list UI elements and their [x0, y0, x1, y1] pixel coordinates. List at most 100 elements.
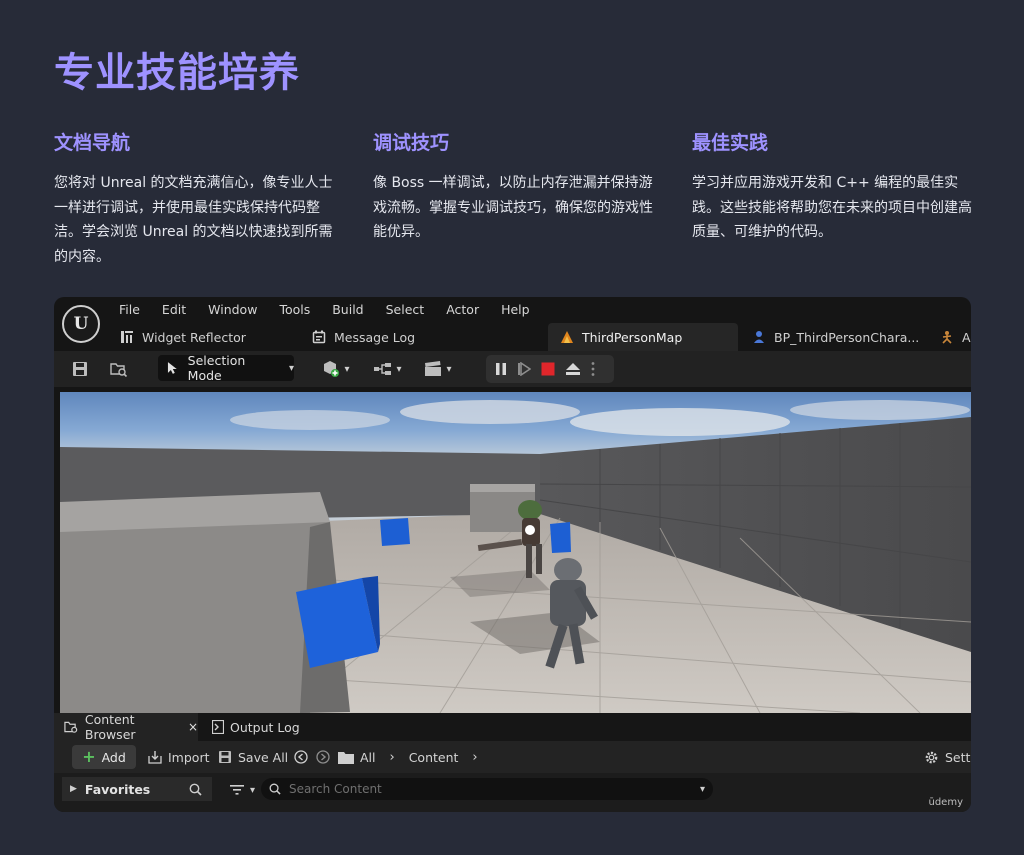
more-options-icon[interactable] — [591, 361, 595, 377]
bottom-panel-tabs: Content Browser × Output Log — [54, 712, 971, 742]
content-browser-body: ▶ Favorites ▾ Search Content ▾ ūdemy — [54, 773, 971, 812]
feature-debugging: 调试技巧 像 Boss 一样调试，以防止内存泄漏并保持游戏流畅。掌握专业调试技巧… — [373, 128, 653, 245]
chevron-right-icon[interactable]: › — [390, 750, 395, 765]
import-label: Import — [168, 749, 210, 765]
document-tabs: Widget Reflector Message Log ThirdPerson… — [108, 323, 971, 351]
favorites-section[interactable]: ▶ Favorites — [62, 777, 212, 801]
search-placeholder: Search Content — [289, 782, 382, 796]
close-icon[interactable]: × — [188, 720, 198, 734]
eject-icon[interactable] — [565, 362, 581, 376]
level-viewport[interactable] — [60, 392, 971, 713]
blueprint-character-icon — [754, 331, 764, 343]
blueprint-menu-button[interactable]: ▾ — [370, 356, 406, 382]
cursor-icon — [167, 362, 177, 374]
udemy-watermark: ūdemy — [928, 797, 964, 808]
page-title: 专业技能培养 — [54, 50, 300, 96]
viewport-scene — [60, 400, 971, 713]
folder-icon — [338, 751, 354, 764]
favorites-label: Favorites — [84, 781, 151, 797]
pause-icon[interactable] — [495, 362, 507, 376]
animation-blueprint-icon — [942, 331, 952, 344]
tab-label: Message Log — [334, 329, 416, 345]
tab-label: ThirdPersonMap — [582, 329, 683, 345]
filter-dropdown[interactable]: ▾ — [230, 778, 255, 802]
tab-output-log[interactable]: Output Log — [202, 713, 322, 741]
save-all-button[interactable]: Save All — [218, 745, 288, 769]
cinematics-button[interactable]: ▾ — [420, 356, 456, 382]
tab-label: ABP_Player — [962, 329, 971, 345]
feature-title: 文档导航 — [54, 132, 131, 154]
add-label: Add — [101, 749, 126, 765]
feature-best-practices: 最佳实践 学习并应用游戏开发和 C++ 编程的最佳实践。这些技能将帮助您在未来的… — [692, 128, 972, 245]
history-navigation — [294, 745, 354, 769]
tab-label: BP_ThirdPersonChara... — [774, 329, 920, 345]
path-breadcrumb: All › Content › — [360, 745, 478, 769]
tab-message-log[interactable]: Message Log — [300, 323, 546, 351]
tab-bp-third-person-character[interactable]: BP_ThirdPersonChara... — [740, 323, 926, 351]
menu-tools[interactable]: Tools — [268, 297, 321, 323]
save-icon — [73, 362, 87, 376]
forward-arrow-icon[interactable] — [316, 750, 330, 764]
tab-widget-reflector[interactable]: Widget Reflector — [108, 323, 298, 351]
feature-title: 最佳实践 — [692, 132, 769, 154]
play-controls — [486, 355, 614, 383]
feature-body: 像 Boss 一样调试，以防止内存泄漏并保持游戏流畅。掌握专业调试技巧，确保您的… — [373, 175, 653, 240]
menu-window[interactable]: Window — [197, 297, 268, 323]
tab-label: Output Log — [230, 719, 300, 735]
add-actor-icon — [324, 361, 340, 377]
plus-icon: + — [82, 747, 96, 766]
menu-edit[interactable]: Edit — [151, 297, 197, 323]
settings-button[interactable]: Setti — [924, 745, 971, 769]
browse-content-button[interactable] — [106, 356, 132, 382]
tab-third-person-map[interactable]: ThirdPersonMap — [548, 323, 738, 351]
menu-file[interactable]: File — [108, 297, 151, 323]
chevron-right-icon[interactable]: › — [472, 750, 477, 765]
breadcrumb-all[interactable]: All — [360, 750, 376, 765]
content-browser-toolbar: + Add Import Save All All › Content › Se… — [54, 741, 971, 773]
level-map-icon — [561, 331, 573, 343]
message-log-icon — [312, 330, 326, 344]
menu-bar: File Edit Window Tools Build Select Acto… — [108, 297, 541, 323]
save-button[interactable] — [68, 356, 92, 382]
save-all-label: Save All — [238, 749, 289, 765]
browse-folder-icon — [110, 363, 128, 377]
main-toolbar: Selection Mode ▾ ▾ ▾ ▾ — [54, 351, 971, 387]
search-icon — [269, 783, 281, 795]
settings-label: Setti — [945, 749, 971, 765]
feature-body: 学习并应用游戏开发和 C++ 编程的最佳实践。这些技能将帮助您在未来的项目中创建… — [692, 175, 972, 240]
search-icon[interactable] — [189, 783, 202, 796]
feature-doc-navigation: 文档导航 您将对 Unreal 的文档充满信心，像专业人士一样进行调试，并使用最… — [54, 128, 334, 269]
import-button[interactable]: Import — [148, 745, 210, 769]
blueprint-graph-icon — [374, 363, 392, 375]
chevron-down-icon: ▾ — [288, 362, 294, 374]
feature-body: 您将对 Unreal 的文档充满信心，像专业人士一样进行调试，并使用最佳实践保持… — [54, 175, 333, 265]
chevron-down-icon[interactable]: ▾ — [700, 784, 705, 795]
feature-title: 调试技巧 — [373, 132, 450, 154]
breadcrumb-content[interactable]: Content — [409, 750, 459, 765]
import-icon — [148, 751, 162, 764]
tab-content-browser[interactable]: Content Browser × — [54, 712, 198, 742]
gear-icon — [925, 751, 938, 763]
content-browser-icon — [64, 721, 78, 733]
add-button[interactable]: + Add — [72, 745, 136, 769]
back-arrow-icon[interactable] — [294, 750, 308, 764]
widget-reflector-icon — [121, 331, 133, 343]
menu-select[interactable]: Select — [375, 297, 436, 323]
unreal-editor-screenshot: U File Edit Window Tools Build Select Ac… — [54, 297, 971, 812]
step-frame-icon[interactable] — [517, 362, 531, 376]
tab-label: Widget Reflector — [142, 329, 246, 345]
selection-mode-dropdown[interactable]: Selection Mode ▾ — [158, 353, 294, 383]
stop-icon[interactable] — [541, 362, 555, 376]
tab-abp-player[interactable]: ABP_Player — [928, 323, 971, 351]
search-content-input[interactable]: Search Content ▾ — [261, 778, 713, 800]
chevron-down-icon: ▾ — [250, 784, 256, 796]
menu-actor[interactable]: Actor — [435, 297, 490, 323]
menu-build[interactable]: Build — [321, 297, 374, 323]
menu-help[interactable]: Help — [490, 297, 541, 323]
output-log-icon — [212, 720, 224, 734]
save-all-icon — [219, 751, 231, 763]
selection-mode-label: Selection Mode — [187, 353, 246, 383]
tab-label: Content Browser — [84, 712, 136, 742]
add-actor-button[interactable]: ▾ — [318, 356, 354, 382]
unreal-logo-icon[interactable]: U — [62, 305, 100, 343]
